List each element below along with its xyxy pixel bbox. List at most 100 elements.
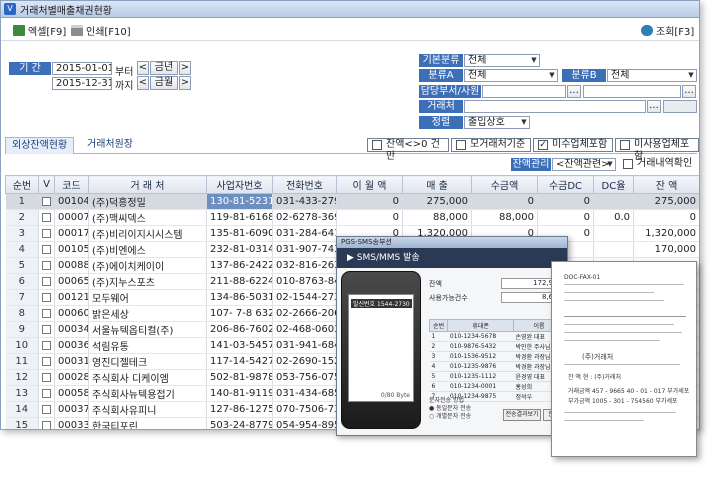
date-to-input[interactable]: 2015-12-31: [52, 77, 112, 90]
column-header[interactable]: 수금액: [471, 175, 538, 194]
row-checkbox[interactable]: [42, 420, 51, 429]
row-checkbox-cell[interactable]: [38, 305, 55, 322]
client-input[interactable]: [464, 100, 646, 113]
row-checkbox[interactable]: [42, 228, 51, 238]
dept-input[interactable]: [482, 85, 566, 98]
next-month-button[interactable]: >: [179, 76, 191, 90]
table-row[interactable]: 100104(주)덕흥정밀130-81-52318031-433-2799027…: [5, 193, 699, 210]
dept-search-button[interactable]: ...: [567, 85, 581, 98]
base-class-value: 전체: [468, 55, 487, 66]
balance-mgmt-select[interactable]: <잔액관련> ▼: [552, 158, 616, 171]
row-checkbox-cell[interactable]: [38, 417, 55, 429]
current-year-button[interactable]: 금년: [150, 61, 178, 75]
column-header[interactable]: 순번: [5, 175, 39, 194]
prev-month-button[interactable]: <: [137, 76, 149, 90]
row-checkbox[interactable]: [42, 324, 51, 334]
row-checkbox[interactable]: [42, 276, 51, 286]
cell-name: (주)덕흥정밀: [88, 193, 207, 210]
parent-basis-checkbox[interactable]: 모거래처기준: [451, 138, 531, 152]
sms-option-same[interactable]: ● 동일문자 전송: [429, 405, 471, 413]
client-search-button[interactable]: ...: [647, 100, 661, 113]
cell-tel: 031-433-2799: [272, 193, 337, 210]
row-checkbox-cell[interactable]: [38, 241, 55, 258]
row-checkbox-cell[interactable]: [38, 193, 55, 210]
row-number: 2: [5, 209, 39, 226]
cell-tel: 053-756-0752: [272, 369, 337, 386]
column-header[interactable]: 사업자번호: [206, 175, 273, 194]
row-checkbox[interactable]: [42, 340, 51, 350]
sms-option-individual[interactable]: ○ 개별문자 전송: [429, 413, 471, 421]
date-from-value: 2015-01-01: [56, 63, 112, 74]
row-checkbox[interactable]: [42, 212, 51, 222]
cell-code: 00105: [54, 241, 89, 258]
sms-list-row[interactable]: 3 010-1536-9512 박경환 과장님: [429, 351, 565, 362]
sms-list-cell: 2: [429, 341, 448, 352]
sort-select[interactable]: 출입상호 ▼: [464, 116, 530, 129]
message-input[interactable]: 발신번호 1544-2730 0/80 Byte: [348, 294, 414, 402]
prev-year-button[interactable]: <: [137, 61, 149, 75]
cell-biz: 107- 7-8 632: [206, 305, 273, 322]
balance-nonzero-checkbox[interactable]: 잔액<>0 건만: [367, 138, 449, 162]
include-unpaid-checkbox[interactable]: ✓ 미수업체포함: [533, 138, 613, 152]
row-checkbox-cell[interactable]: [38, 401, 55, 418]
row-checkbox[interactable]: [42, 404, 51, 414]
cell-name: (주)비엔에스: [88, 241, 207, 258]
row-checkbox[interactable]: [42, 260, 51, 270]
sms-list-row[interactable]: 1 010-1234-5678 손영완 대표: [429, 331, 565, 342]
row-checkbox-cell[interactable]: [38, 273, 55, 290]
sms-list-row[interactable]: 5 010-1235-1112 윤경영 대표: [429, 371, 565, 382]
column-header[interactable]: 잔 액: [633, 175, 699, 194]
row-checkbox-cell[interactable]: [38, 257, 55, 274]
base-class-select[interactable]: 전체 ▼: [464, 54, 540, 67]
sms-list-row[interactable]: 2 010-9876-5432 박인한 주사님: [429, 341, 565, 352]
row-checkbox-cell[interactable]: [38, 385, 55, 402]
column-header[interactable]: 최: [700, 176, 701, 194]
row-checkbox[interactable]: [42, 372, 51, 382]
column-header[interactable]: 이 월 액: [336, 175, 403, 194]
row-checkbox[interactable]: [42, 292, 51, 302]
confirm-history-checkbox[interactable]: 거래내역확인: [619, 158, 699, 172]
print-button[interactable]: 인쇄[F10]: [71, 23, 131, 38]
excel-button[interactable]: 엑셀[F9]: [13, 23, 66, 38]
column-header[interactable]: 수금DC: [537, 175, 594, 194]
date-from-input[interactable]: 2015-01-01: [52, 62, 112, 75]
column-header[interactable]: V: [38, 175, 55, 194]
search-button[interactable]: 조회[F3]: [641, 23, 694, 38]
row-checkbox-cell[interactable]: [38, 209, 55, 226]
next-year-button[interactable]: >: [179, 61, 191, 75]
column-header[interactable]: 전화번호: [272, 175, 337, 194]
current-month-button[interactable]: 금월: [150, 76, 178, 90]
sms-list-row[interactable]: 4 010-1235-9876 박경환 과장님: [429, 361, 565, 372]
column-header[interactable]: 코드: [54, 175, 89, 194]
cell-biz: 134-86-50317: [206, 289, 273, 306]
row-checkbox-cell[interactable]: [38, 353, 55, 370]
include-unused-checkbox[interactable]: 미사용업체포함: [615, 138, 699, 162]
column-header[interactable]: DC율: [593, 175, 634, 194]
class-b-select[interactable]: 전체 ▼: [607, 69, 697, 82]
class-a-select[interactable]: 전체 ▼: [464, 69, 558, 82]
row-checkbox-cell[interactable]: [38, 369, 55, 386]
table-row[interactable]: 200007(주)맥씨덱스119-81-6168702-6278-3699088…: [5, 209, 699, 226]
row-checkbox[interactable]: [42, 244, 51, 254]
column-header[interactable]: 매 출: [402, 175, 472, 194]
row-checkbox-cell[interactable]: [38, 225, 55, 242]
doc-rule: [564, 324, 674, 325]
row-checkbox[interactable]: [42, 388, 51, 398]
sms-list-row[interactable]: 6 010-1234-0001 홍성희: [429, 381, 565, 392]
row-checkbox-cell[interactable]: [38, 289, 55, 306]
row-checkbox-cell[interactable]: [38, 321, 55, 338]
employee-search-button[interactable]: ...: [682, 85, 696, 98]
row-checkbox[interactable]: [42, 308, 51, 318]
row-checkbox-cell[interactable]: [38, 337, 55, 354]
send-result-button[interactable]: 전송결과보기: [503, 409, 541, 421]
cell-sales: 88,000: [402, 209, 472, 226]
row-checkbox[interactable]: [42, 356, 51, 366]
row-checkbox[interactable]: [42, 196, 51, 206]
cell-biz: 232-81-03146: [206, 241, 273, 258]
chevron-down-icon: ▼: [521, 118, 527, 126]
tab-ledger[interactable]: 거래처원장: [81, 137, 139, 154]
column-header[interactable]: 거 래 처: [88, 175, 207, 194]
employee-input[interactable]: [583, 85, 681, 98]
tab-outstanding[interactable]: 외상잔액현황: [5, 137, 75, 154]
period-label: 기 간: [9, 62, 51, 75]
